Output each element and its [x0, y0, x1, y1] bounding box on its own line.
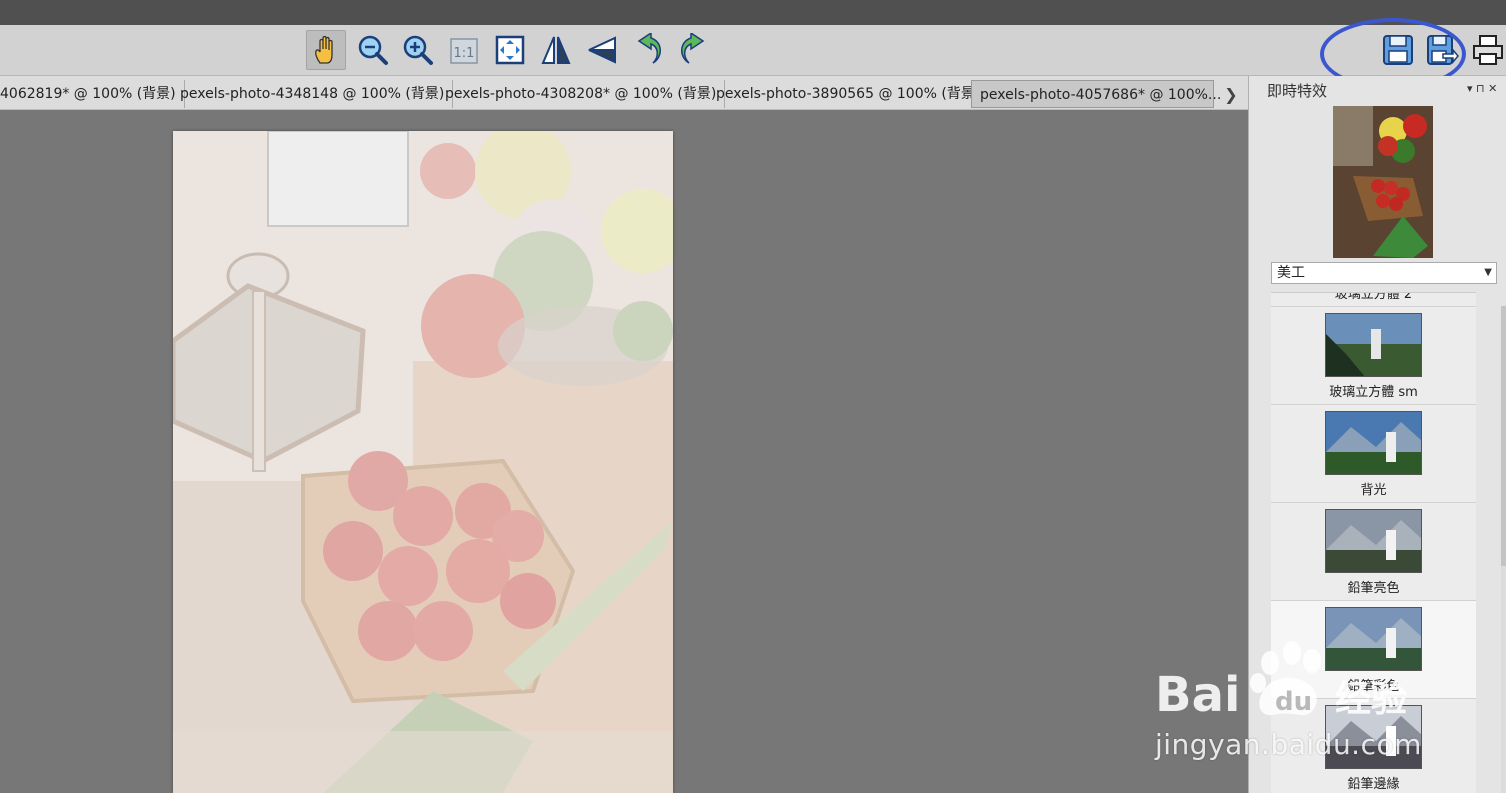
- rotate-left-button[interactable]: [628, 30, 668, 70]
- effect-item[interactable]: 玻璃立方體 2: [1271, 292, 1476, 307]
- save-as-button[interactable]: [1422, 30, 1462, 70]
- effect-thumbnail: [1325, 607, 1422, 671]
- effect-item-selected[interactable]: 鉛筆彩色: [1271, 601, 1476, 699]
- title-strip: [0, 0, 1506, 25]
- effect-category-select[interactable]: 美工 ▼: [1271, 262, 1497, 284]
- fit-window-button[interactable]: [490, 30, 530, 70]
- effect-label: 玻璃立方體 sm: [1329, 385, 1418, 400]
- document-tab-active[interactable]: pexels-photo-4057686* @ 100%...: [971, 80, 1221, 108]
- image-document[interactable]: [173, 131, 673, 793]
- effect-label: 鉛筆邊緣: [1347, 777, 1400, 792]
- rotate-left-icon: [637, 33, 661, 64]
- document-tab[interactable]: pexels-photo-3890565 @ 100% (背景): [708, 80, 990, 108]
- zoom-out-icon: [358, 35, 388, 65]
- print-icon: [1473, 35, 1503, 65]
- effect-thumbnail: [1325, 509, 1422, 573]
- effect-thumbnail: [1325, 313, 1422, 377]
- effect-list-scrollbar[interactable]: [1501, 306, 1506, 793]
- hand-tool-button[interactable]: [306, 30, 346, 70]
- canvas-area[interactable]: [0, 110, 1248, 793]
- photo-artwork: [173, 131, 673, 793]
- panel-title: 即時特效: [1267, 82, 1328, 100]
- tab-scroll-right-icon[interactable]: ❯: [1218, 80, 1244, 108]
- document-tab[interactable]: pexels-photo-4348148 @ 100% (背景): [172, 80, 454, 108]
- actual-size-label: 1:1: [454, 46, 475, 61]
- hand-icon: [315, 35, 333, 64]
- effect-label: 背光: [1360, 483, 1387, 498]
- instant-effects-panel: 即時特效 ▾ ⊓ ✕ 美工 ▼ 玻璃立方體 2 玻璃立方體 sm 背光 鉛筆亮色…: [1248, 76, 1506, 793]
- document-tab-bar: 4062819* @ 100% (背景) pexels-photo-434814…: [0, 76, 1248, 110]
- zoom-in-icon: [403, 35, 433, 65]
- effect-category-value: 美工: [1277, 265, 1305, 281]
- save-icon: [1383, 35, 1413, 65]
- one-to-one-icon: 1:1: [450, 38, 478, 64]
- main-toolbar: 1:1: [0, 25, 1506, 76]
- effect-thumbnail: [1325, 411, 1422, 475]
- rotate-right-icon: [681, 33, 705, 64]
- print-button[interactable]: [1468, 30, 1506, 70]
- chevron-down-icon: ▼: [1484, 267, 1492, 278]
- document-tab[interactable]: 4062819* @ 100% (背景): [0, 80, 185, 108]
- flip-vertical-icon: [588, 36, 616, 64]
- flip-horizontal-icon: [541, 36, 571, 64]
- effect-item[interactable]: 背光: [1271, 405, 1476, 503]
- actual-size-button[interactable]: 1:1: [444, 30, 484, 70]
- flip-vertical-button[interactable]: [582, 30, 622, 70]
- effect-label: 玻璃立方體 2: [1334, 292, 1413, 302]
- fit-window-icon: [495, 35, 525, 65]
- rotate-right-button[interactable]: [674, 30, 714, 70]
- scrollbar-thumb[interactable]: [1501, 306, 1506, 566]
- panel-pin-controls[interactable]: ▾ ⊓ ✕: [1467, 82, 1497, 95]
- effect-label: 鉛筆彩色: [1347, 679, 1400, 694]
- zoom-in-button[interactable]: [398, 30, 438, 70]
- document-tab[interactable]: pexels-photo-4308208* @ 100% (背景): [437, 80, 726, 108]
- flip-horizontal-button[interactable]: [536, 30, 576, 70]
- watermark-url: jingyan.baidu.com: [1155, 728, 1422, 761]
- save-as-icon: [1427, 35, 1459, 65]
- effect-list: 玻璃立方體 2 玻璃立方體 sm 背光 鉛筆亮色 鉛筆彩色 鉛筆邊緣: [1271, 292, 1476, 793]
- effect-label: 鉛筆亮色: [1347, 581, 1400, 596]
- effect-item[interactable]: 鉛筆亮色: [1271, 503, 1476, 601]
- save-button[interactable]: [1378, 30, 1418, 70]
- effect-item[interactable]: 玻璃立方體 sm: [1271, 307, 1476, 405]
- effect-preview-image: [1333, 106, 1433, 258]
- zoom-out-button[interactable]: [353, 30, 393, 70]
